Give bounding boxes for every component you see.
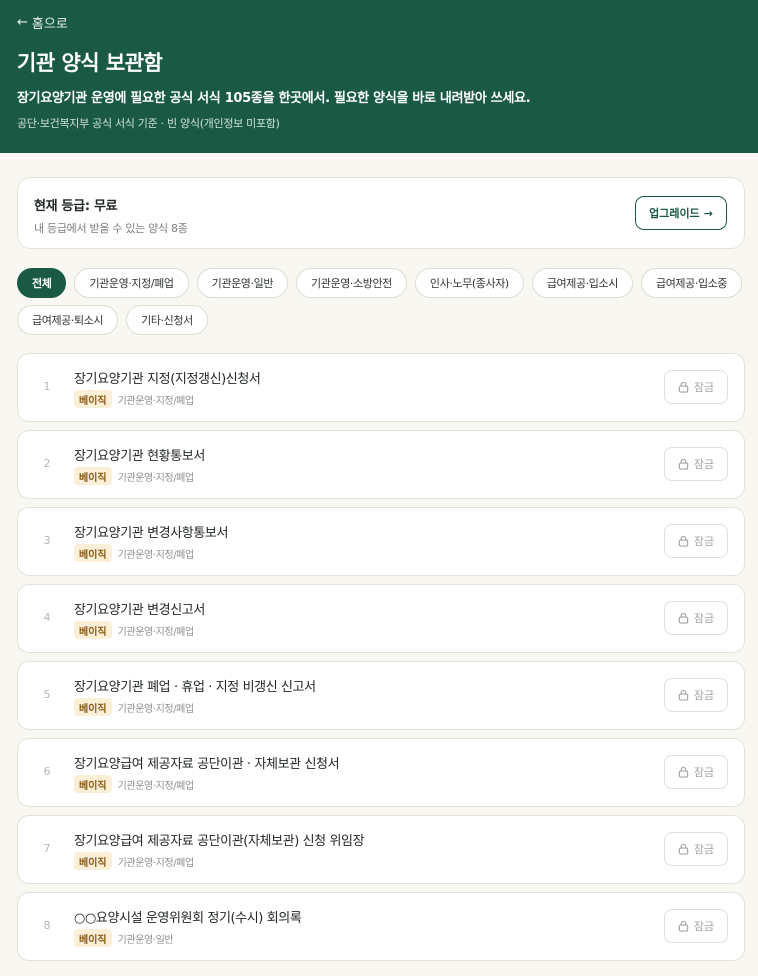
form-row[interactable]: 6 장기요양급여 제공자료 공단이관 · 자체보관 신청서베이직 기관운영·지정/폐… <box>17 738 745 807</box>
form-meta: 베이직 기관운영·지정/폐업 <box>74 621 194 639</box>
form-meta: 베이직 기관운영·지정/폐업 <box>74 698 194 716</box>
form-number: 4 <box>43 611 51 624</box>
lock-icon <box>678 766 689 778</box>
form-category: 기관운영·지정/폐업 <box>117 857 195 869</box>
lock-icon <box>678 920 689 932</box>
form-category: 기관운영·지정/폐업 <box>117 703 195 715</box>
form-title: 장기요양기관 변경사항통보서 <box>74 526 229 541</box>
plan-card: 현재 등급: 무료 내 등급에서 받을 수 있는 양식 8종 업그레이드 → <box>17 177 745 249</box>
form-category: 기관운영·지정/폐업 <box>117 780 195 792</box>
lock-icon <box>678 458 689 470</box>
form-category: 기관운영·지정/폐업 <box>117 549 195 561</box>
form-number: 6 <box>43 765 51 778</box>
arrow-left-icon: ← <box>17 15 28 30</box>
locked-download-button[interactable]: 잠금 <box>664 601 728 635</box>
form-meta: 베이직 기관운영·지정/폐업 <box>74 775 194 793</box>
form-row[interactable]: 2 장기요양기관 현황통보서베이직 기관운영·지정/폐업 잠금 <box>17 430 745 499</box>
page-subtitle: 장기요양기관 운영에 필요한 공식 서식 105종을 한곳에서. 필요한 양식을… <box>17 90 531 106</box>
tier-badge: 베이직 <box>74 544 112 562</box>
locked-download-button[interactable]: 잠금 <box>664 909 728 943</box>
page-note: 공단·보건복지부 공식 서식 기준 · 빈 양식(개인정보 미포함) <box>17 116 280 130</box>
form-category: 기관운영·지정/폐업 <box>117 395 195 407</box>
tier-badge: 베이직 <box>74 929 112 947</box>
lock-label: 잠금 <box>693 381 715 394</box>
form-title: 장기요양급여 제공자료 공단이관(자체보관) 신청 위임장 <box>74 834 365 849</box>
form-title: ○○요양시설 운영위원회 정기(수시) 회의록 <box>74 911 302 926</box>
form-title: 장기요양기관 폐업 · 휴업 · 지정 비갱신 신고서 <box>74 680 316 695</box>
page-header: ← 홈으로 기관 양식 보관함 장기요양기관 운영에 필요한 공식 서식 105… <box>0 0 758 153</box>
lock-label: 잠금 <box>693 920 715 933</box>
form-category: 기관운영·지정/폐업 <box>117 626 195 638</box>
upgrade-button[interactable]: 업그레이드 → <box>635 196 727 230</box>
filter-chip[interactable]: 기관운영·일반 <box>196 268 289 298</box>
lock-icon <box>678 381 689 393</box>
form-row[interactable]: 7 장기요양급여 제공자료 공단이관(자체보관) 신청 위임장베이직 기관운영·지정… <box>17 815 745 884</box>
locked-download-button[interactable]: 잠금 <box>664 524 728 558</box>
form-number: 1 <box>43 380 51 393</box>
form-meta: 베이직 기관운영·일반 <box>74 929 174 947</box>
tier-badge: 베이직 <box>74 390 112 408</box>
arrow-right-icon: → <box>703 206 713 220</box>
form-title: 장기요양기관 현황통보서 <box>74 449 205 464</box>
form-row[interactable]: 8 ○○요양시설 운영위원회 정기(수시) 회의록베이직 기관운영·일반 잠금 <box>17 892 745 961</box>
tier-badge: 베이직 <box>74 621 112 639</box>
lock-label: 잠금 <box>693 843 715 856</box>
tier-badge: 베이직 <box>74 775 112 793</box>
form-title: 장기요양기관 변경신고서 <box>74 603 205 618</box>
form-meta: 베이직 기관운영·지정/폐업 <box>74 467 194 485</box>
form-category: 기관운영·일반 <box>117 934 174 946</box>
form-title: 장기요양급여 제공자료 공단이관 · 자체보관 신청서 <box>74 757 340 772</box>
form-row[interactable]: 4 장기요양기관 변경신고서베이직 기관운영·지정/폐업 잠금 <box>17 584 745 653</box>
form-meta: 베이직 기관운영·지정/폐업 <box>74 544 194 562</box>
form-category: 기관운영·지정/폐업 <box>117 472 195 484</box>
filter-chip[interactable]: 기관운영·지정/폐업 <box>74 268 189 298</box>
form-number: 3 <box>43 534 51 547</box>
lock-icon <box>678 535 689 547</box>
lock-icon <box>678 843 689 855</box>
form-list: 1 장기요양기관 지정(지정갱신)신청서 베이직 기관운영·지정/폐업 잠금 2 장기요양기… <box>17 353 745 969</box>
category-filters: 전체 기관운영·지정/폐업 기관운영·일반 기관운영·소방안전 인사·노무(종사자) 급여… <box>17 268 745 335</box>
lock-label: 잠금 <box>693 689 715 702</box>
lock-label: 잠금 <box>693 612 715 625</box>
filter-chip[interactable]: 급여제공·입소시 <box>531 268 633 298</box>
lock-label: 잠금 <box>693 458 715 471</box>
form-row[interactable]: 5 장기요양기관 폐업 · 휴업 · 지정 비갱신 신고서베이직 기관운영·지정/폐… <box>17 661 745 730</box>
filter-chip[interactable]: 전체 <box>17 268 67 298</box>
back-home-label: 홈으로 <box>31 17 68 32</box>
locked-download-button[interactable]: 잠금 <box>664 678 728 712</box>
locked-download-button[interactable]: 잠금 <box>664 755 728 789</box>
back-home-link[interactable]: ← 홈으로 <box>17 14 68 32</box>
plan-available-count: 내 등급에서 받을 수 있는 양식 8종 <box>34 222 188 235</box>
form-row[interactable]: 1 장기요양기관 지정(지정갱신)신청서베이직 기관운영·지정/폐업 잠금 <box>17 353 745 422</box>
form-number: 2 <box>43 457 51 470</box>
locked-download-button[interactable]: 잠금 <box>664 447 728 481</box>
form-number: 5 <box>43 688 51 701</box>
form-title: 장기요양기관 지정(지정갱신)신청서 <box>74 372 261 387</box>
filter-chip[interactable]: 급여제공·입소중 <box>640 268 743 298</box>
tier-badge: 베이직 <box>74 467 112 485</box>
form-number: 8 <box>43 919 51 932</box>
filter-chip[interactable]: 인사·노무(종사자) <box>414 268 524 298</box>
lock-icon <box>678 689 689 701</box>
form-meta: 베이직 기관운영·지정/폐업 <box>74 390 194 408</box>
lock-label: 잠금 <box>693 535 715 548</box>
lock-icon <box>678 612 689 624</box>
locked-download-button[interactable]: 잠금 <box>664 832 728 866</box>
filter-chip[interactable]: 기타·신청서 <box>126 305 208 335</box>
current-plan-title: 현재 등급: 무료 <box>34 199 118 214</box>
form-row[interactable]: 3 장기요양기관 변경사항통보서베이직 기관운영·지정/폐업 잠금 <box>17 507 745 576</box>
form-number: 7 <box>43 842 51 855</box>
form-meta: 베이직 기관운영·지정/폐업 <box>74 852 194 870</box>
filter-chip[interactable]: 기관운영·소방안전 <box>296 268 407 298</box>
filter-chip[interactable]: 급여제공·퇴소시 <box>17 305 119 335</box>
locked-download-button[interactable]: 잠금 <box>664 370 728 404</box>
tier-badge: 베이직 <box>74 698 112 716</box>
page-title: 기관 양식 보관함 <box>17 50 163 75</box>
lock-label: 잠금 <box>693 766 715 779</box>
upgrade-label: 업그레이드 <box>649 207 700 220</box>
tier-badge: 베이직 <box>74 852 112 870</box>
